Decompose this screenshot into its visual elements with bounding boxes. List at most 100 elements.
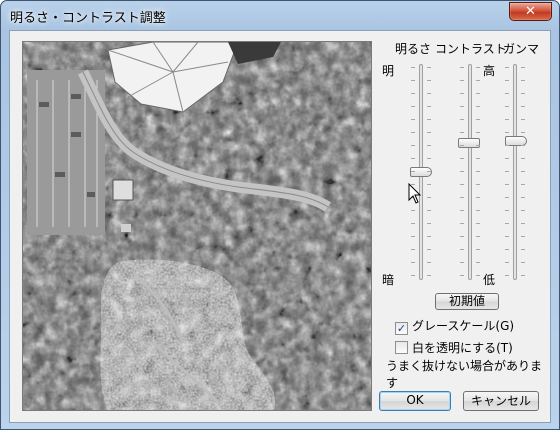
image-preview xyxy=(22,41,372,411)
grayscale-label: グレースケール(G) xyxy=(412,319,515,333)
slider-tick xyxy=(505,210,509,211)
slider-tick xyxy=(460,223,464,224)
close-icon: ✕ xyxy=(525,4,536,19)
slider-tick xyxy=(505,171,509,172)
slider-tick xyxy=(427,67,431,68)
slider-tick xyxy=(521,158,525,159)
slider-tick xyxy=(476,67,480,68)
gamma-track[interactable] xyxy=(513,64,517,280)
slider-tick xyxy=(427,184,431,185)
slider-tick xyxy=(476,184,480,185)
contrast-header: コントラスト xyxy=(435,42,507,56)
aerial-photo-preview xyxy=(23,42,371,410)
slider-tick xyxy=(460,236,464,237)
slider-tick xyxy=(476,236,480,237)
grayscale-checkbox[interactable]: ✓ xyxy=(395,322,408,335)
dialog-client-area: 明るさ コントラスト ガンマ 明 暗 高 低 初期値 ✓ グレースケール(G) xyxy=(9,30,551,423)
slider-tick xyxy=(427,197,431,198)
slider-tick xyxy=(521,210,525,211)
title-bar[interactable]: 明るさ・コントラスト調整 ✕ xyxy=(1,1,559,29)
slider-tick xyxy=(505,184,509,185)
slider-tick xyxy=(521,119,525,120)
slider-tick xyxy=(521,236,525,237)
brightness-low-label: 暗 xyxy=(382,273,395,287)
mouse-pointer-icon xyxy=(408,183,422,204)
slider-tick xyxy=(427,119,431,120)
slider-tick xyxy=(505,67,509,68)
slider-tick xyxy=(476,223,480,224)
slider-tick xyxy=(411,158,415,159)
slider-tick xyxy=(427,236,431,237)
gamma-header: ガンマ xyxy=(503,42,540,56)
slider-tick xyxy=(427,80,431,81)
brightness-high-label: 明 xyxy=(382,64,395,78)
slider-tick xyxy=(427,93,431,94)
white-transparent-checkbox[interactable] xyxy=(395,341,408,354)
slider-tick xyxy=(521,184,525,185)
contrast-low-label: 低 xyxy=(483,273,496,287)
contrast-thumb[interactable] xyxy=(458,138,480,149)
slider-tick xyxy=(427,249,431,250)
slider-tick xyxy=(411,106,415,107)
slider-tick xyxy=(411,93,415,94)
slider-tick xyxy=(460,93,464,94)
slider-tick xyxy=(476,145,480,146)
dialog-window: 明るさ・コントラスト調整 ✕ 明るさ コントラスト ガンマ 明 暗 高 低 初期… xyxy=(0,0,560,430)
slider-tick xyxy=(411,275,415,276)
slider-tick xyxy=(521,93,525,94)
slider-tick xyxy=(476,119,480,120)
window-title: 明るさ・コントラスト調整 xyxy=(10,11,166,26)
slider-tick xyxy=(476,275,480,276)
slider-tick xyxy=(427,223,431,224)
slider-tick xyxy=(505,223,509,224)
slider-tick xyxy=(476,262,480,263)
contrast-high-label: 高 xyxy=(483,64,496,78)
slider-tick xyxy=(460,249,464,250)
slider-tick xyxy=(505,145,509,146)
slider-tick xyxy=(411,132,415,133)
slider-tick xyxy=(476,132,480,133)
slider-tick xyxy=(460,197,464,198)
ok-button[interactable]: OK xyxy=(379,391,451,411)
slider-tick xyxy=(427,275,431,276)
slider-tick xyxy=(505,262,509,263)
slider-tick xyxy=(427,132,431,133)
slider-tick xyxy=(476,249,480,250)
slider-tick xyxy=(411,145,415,146)
slider-tick xyxy=(505,275,509,276)
slider-tick xyxy=(460,184,464,185)
slider-tick xyxy=(505,197,509,198)
slider-tick xyxy=(460,145,464,146)
slider-tick xyxy=(411,249,415,250)
slider-tick xyxy=(476,106,480,107)
contrast-track[interactable] xyxy=(468,64,472,280)
slider-tick xyxy=(476,210,480,211)
slider-tick xyxy=(411,223,415,224)
slider-tick xyxy=(476,171,480,172)
slider-tick xyxy=(521,67,525,68)
slider-tick xyxy=(460,171,464,172)
slider-tick xyxy=(521,223,525,224)
slider-tick xyxy=(521,132,525,133)
slider-tick xyxy=(460,80,464,81)
slider-tick xyxy=(505,236,509,237)
slider-tick xyxy=(460,67,464,68)
slider-tick xyxy=(521,249,525,250)
slider-tick xyxy=(411,119,415,120)
slider-tick xyxy=(521,275,525,276)
reset-button[interactable]: 初期値 xyxy=(435,293,499,310)
slider-tick xyxy=(476,197,480,198)
slider-tick xyxy=(411,67,415,68)
slider-tick xyxy=(411,80,415,81)
slider-tick xyxy=(427,262,431,263)
slider-tick xyxy=(427,158,431,159)
slider-tick xyxy=(427,171,431,172)
brightness-thumb[interactable] xyxy=(410,167,432,177)
white-transparent-option[interactable]: 白を透明にする(T) xyxy=(395,339,513,356)
close-button[interactable]: ✕ xyxy=(509,2,552,21)
slider-tick xyxy=(427,210,431,211)
cancel-button[interactable]: キャンセル xyxy=(463,391,539,411)
slider-tick xyxy=(521,262,525,263)
slider-tick xyxy=(505,119,509,120)
grayscale-option[interactable]: ✓ グレースケール(G) xyxy=(395,317,514,335)
